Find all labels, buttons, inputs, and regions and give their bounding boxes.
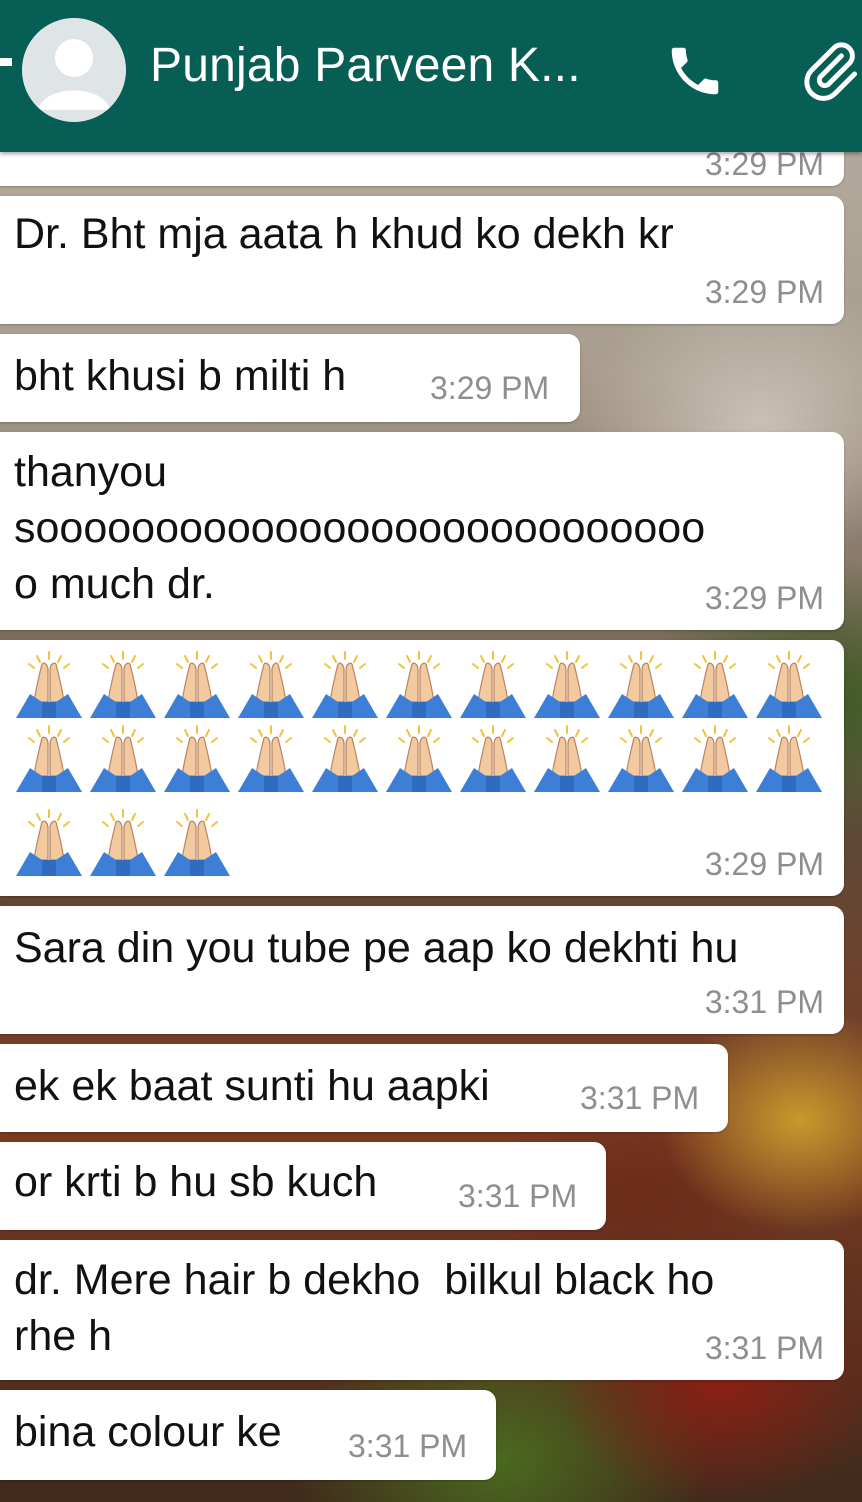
- folded-hands-icon: [164, 725, 230, 792]
- message-bubble-emoji[interactable]: 3:29 PM: [0, 640, 844, 896]
- chat-screen: Punjab Parveen K... 3:29 PM Dr. Bht mja …: [0, 0, 862, 1502]
- folded-hands-icon: [682, 725, 748, 792]
- phone-icon[interactable]: [664, 40, 726, 102]
- message-text: ek ek baat sunti hu aapki: [14, 1062, 490, 1110]
- folded-hands-icon: [682, 651, 748, 718]
- folded-hands-icon: [90, 725, 156, 792]
- message-time: 3:31 PM: [458, 1178, 578, 1214]
- message-time: 3:31 PM: [704, 1330, 824, 1366]
- folded-hands-icon: [386, 651, 452, 718]
- folded-hands-icon: [312, 725, 378, 792]
- emoji-row: [12, 808, 234, 876]
- folded-hands-icon: [16, 725, 82, 792]
- folded-hands-icon: [90, 809, 156, 876]
- folded-hands-icon: [608, 725, 674, 792]
- person-avatar-icon[interactable]: [22, 18, 126, 122]
- emoji-row: [12, 650, 826, 718]
- folded-hands-icon: [312, 651, 378, 718]
- message-time: 3:31 PM: [580, 1080, 700, 1116]
- message-time: 3:31 PM: [704, 984, 824, 1020]
- message-bubble[interactable]: dr. Mere hair b dekho bilkul black ho rh…: [0, 1240, 844, 1380]
- message-time: 3:29 PM: [430, 370, 550, 406]
- message-bubble[interactable]: ek ek baat sunti hu aapki 3:31 PM: [0, 1044, 728, 1132]
- message-text: Sara din you tube pe aap ko dekhti hu: [14, 924, 739, 972]
- folded-hands-icon: [756, 725, 822, 792]
- message-time: 3:29 PM: [704, 846, 824, 882]
- message-text: Dr. Bht mja aata h khud ko dekh kr: [14, 210, 674, 258]
- message-bubble[interactable]: thanyou soooooooooooooooooooooooooooo o …: [0, 432, 844, 630]
- message-bubble[interactable]: bina colour ke 3:31 PM: [0, 1390, 496, 1480]
- message-text: bht khusi b milti h: [14, 352, 347, 400]
- message-bubble[interactable]: bht khusi b milti h 3:29 PM: [0, 334, 580, 422]
- folded-hands-icon: [756, 651, 822, 718]
- message-text: or krti b hu sb kuch: [14, 1158, 378, 1206]
- folded-hands-icon: [90, 651, 156, 718]
- folded-hands-icon: [608, 651, 674, 718]
- folded-hands-icon: [460, 725, 526, 792]
- paperclip-icon[interactable]: [796, 38, 862, 104]
- message-bubble[interactable]: or krti b hu sb kuch 3:31 PM: [0, 1142, 606, 1230]
- message-bubble[interactable]: Sara din you tube pe aap ko dekhti hu 3:…: [0, 906, 844, 1034]
- folded-hands-icon: [238, 651, 304, 718]
- message-time: 3:31 PM: [348, 1428, 468, 1464]
- message-time: 3:29 PM: [704, 274, 824, 310]
- folded-hands-icon: [386, 725, 452, 792]
- folded-hands-icon: [460, 651, 526, 718]
- message-bubble[interactable]: Dr. Bht mja aata h khud ko dekh kr 3:29 …: [0, 196, 844, 324]
- folded-hands-icon: [164, 651, 230, 718]
- folded-hands-icon: [534, 651, 600, 718]
- chat-header: Punjab Parveen K...: [0, 0, 862, 152]
- folded-hands-icon: [164, 809, 230, 876]
- arrow-back-icon[interactable]: [0, 58, 12, 66]
- folded-hands-icon: [238, 725, 304, 792]
- folded-hands-icon: [16, 809, 82, 876]
- message-text: bina colour ke: [14, 1408, 282, 1456]
- emoji-row: [12, 724, 826, 792]
- folded-hands-icon: [534, 725, 600, 792]
- contact-name[interactable]: Punjab Parveen K...: [150, 38, 581, 93]
- message-time: 3:29 PM: [704, 580, 824, 616]
- folded-hands-icon: [16, 651, 82, 718]
